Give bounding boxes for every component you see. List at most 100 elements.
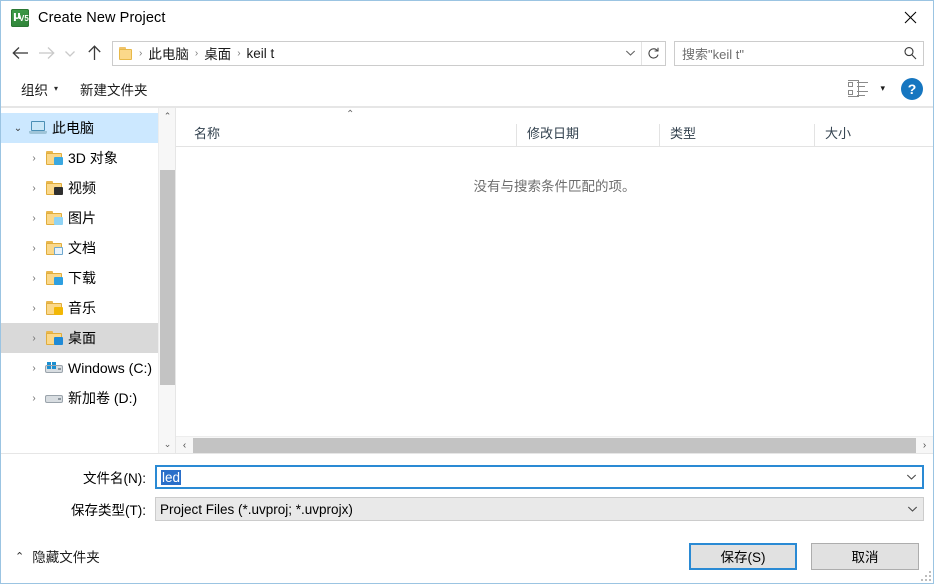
folder-pictures-icon [43, 211, 65, 225]
chevron-right-icon[interactable]: › [25, 269, 43, 287]
breadcrumb-separator: › [137, 48, 144, 59]
drive-windows-icon [43, 362, 65, 375]
sort-ascending-icon[interactable]: ⌃ [346, 109, 354, 120]
sidebar-item-3d-objects[interactable]: › 3D 对象 [1, 143, 175, 173]
up-icon[interactable] [81, 39, 107, 67]
folder-3dobjects-icon [43, 151, 65, 165]
chevron-right-icon[interactable]: › [25, 209, 43, 227]
sidebar-item-desktop[interactable]: › 桌面 [1, 323, 175, 353]
scroll-right-icon[interactable]: › [916, 437, 933, 454]
sidebar-item-pictures[interactable]: › 图片 [1, 203, 175, 233]
cancel-button[interactable]: 取消 [811, 543, 919, 570]
organize-button[interactable]: 组织 ▾ [15, 76, 64, 102]
chevron-right-icon[interactable]: › [25, 359, 43, 377]
chevron-right-icon[interactable]: › [25, 299, 43, 317]
sidebar-item-label: 文档 [65, 238, 96, 258]
filename-label: 文件名(N): [10, 467, 155, 487]
forward-icon [33, 39, 59, 67]
sidebar-item-videos[interactable]: › 视频 [1, 173, 175, 203]
keil-uvision5-icon: μ V5 [11, 9, 29, 27]
save-button[interactable]: 保存(S) [689, 543, 797, 570]
help-icon[interactable]: ? [901, 78, 923, 100]
computer-icon [27, 121, 49, 135]
savetype-value: Project Files (*.uvproj; *.uvprojx) [156, 502, 901, 517]
folder-documents-icon [43, 241, 65, 255]
command-bar: 组织 ▾ 新建文件夹 ▾ ? [1, 71, 933, 107]
sidebar-item-label: 新加卷 (D:) [65, 388, 137, 408]
sidebar-item-label: 桌面 [65, 328, 96, 348]
view-layout-icon[interactable] [848, 80, 870, 98]
column-header-type[interactable]: 类型 [659, 124, 814, 146]
file-list-horizontal-scrollbar[interactable]: ‹ › [176, 436, 933, 453]
navigation-pane: ⌄ 此电脑 › 3D 对象 › 视频 [1, 108, 175, 453]
address-bar[interactable]: › 此电脑 › 桌面 › keil t [112, 41, 666, 66]
scroll-up-icon[interactable]: ⌃ [159, 108, 175, 125]
hide-folders-label: 隐藏文件夹 [32, 546, 100, 566]
folder-desktop-icon [43, 331, 65, 345]
sidebar-item-label: Windows (C:) [65, 360, 152, 376]
search-icon[interactable] [897, 46, 923, 60]
filename-value: led [161, 470, 181, 485]
savetype-row: 保存类型(T): Project Files (*.uvproj; *.uvpr… [10, 497, 924, 521]
savetype-chevron-down-icon[interactable] [901, 505, 923, 513]
icon-v5-glyph: V5 [19, 14, 29, 24]
view-chevron-down-icon[interactable]: ▾ [880, 83, 885, 94]
folder-videos-icon [43, 181, 65, 195]
title-bar: μ V5 Create New Project [1, 1, 933, 35]
sidebar-scrollbar[interactable]: ⌃ ⌄ [158, 108, 175, 453]
search-input[interactable]: 搜索"keil t" [674, 41, 924, 66]
filename-chevron-down-icon[interactable] [900, 473, 922, 481]
sidebar-item-music[interactable]: › 音乐 [1, 293, 175, 323]
chevron-right-icon[interactable]: › [25, 179, 43, 197]
hide-folders-button[interactable]: ⌃ 隐藏文件夹 [15, 546, 100, 566]
chevron-right-icon[interactable]: › [25, 329, 43, 347]
address-chevron-down-icon[interactable] [619, 42, 641, 65]
file-list-empty-area: 没有与搜索条件匹配的项。 [176, 147, 933, 436]
resize-grip[interactable] [919, 569, 931, 581]
breadcrumb-item-1[interactable]: 桌面 [200, 43, 235, 63]
column-header-date-modified[interactable]: 修改日期 [516, 124, 659, 146]
new-folder-button[interactable]: 新建文件夹 [74, 76, 154, 102]
back-icon[interactable] [7, 39, 33, 67]
window-title: Create New Project [38, 10, 166, 26]
drive-icon [43, 392, 65, 405]
chevron-up-icon: ⌃ [15, 550, 24, 563]
column-header-name[interactable]: 名称 [176, 124, 516, 146]
recent-locations-chevron-down-icon[interactable] [59, 39, 81, 67]
breadcrumb: › 此电脑 › 桌面 › keil t [113, 43, 619, 63]
scroll-down-icon[interactable]: ⌄ [159, 436, 175, 453]
sidebar-item-windows-c[interactable]: › Windows (C:) [1, 353, 175, 383]
sidebar-item-label: 视频 [65, 178, 96, 198]
chevron-right-icon[interactable]: › [25, 389, 43, 407]
empty-message: 没有与搜索条件匹配的项。 [474, 175, 636, 436]
sidebar-item-new-volume-d[interactable]: › 新加卷 (D:) [1, 383, 175, 413]
file-list-pane: ⌃ 名称 修改日期 类型 大小 没有与搜索条件匹配的项。 ‹ › [175, 108, 933, 453]
filename-value-wrap: led [157, 470, 900, 485]
sidebar-item-label: 此电脑 [49, 118, 94, 138]
chevron-down-icon[interactable]: ⌄ [9, 119, 27, 137]
sidebar-scrollbar-thumb[interactable] [160, 170, 175, 385]
sidebar-item-documents[interactable]: › 文档 [1, 233, 175, 263]
dialog-body: ⌄ 此电脑 › 3D 对象 › 视频 [1, 107, 933, 453]
savetype-label: 保存类型(T): [10, 499, 155, 519]
close-icon[interactable] [887, 1, 933, 34]
breadcrumb-item-2[interactable]: keil t [243, 46, 279, 61]
refresh-icon[interactable] [641, 42, 665, 65]
chevron-right-icon[interactable]: › [25, 149, 43, 167]
horizontal-scrollbar-thumb[interactable] [193, 438, 916, 453]
create-new-project-dialog: μ V5 Create New Project [0, 0, 934, 584]
sidebar-item-label: 3D 对象 [65, 148, 118, 168]
filename-input[interactable]: led [155, 465, 924, 489]
sidebar-item-downloads[interactable]: › 下载 [1, 263, 175, 293]
new-folder-label: 新建文件夹 [80, 79, 148, 99]
sidebar-item-label: 下载 [65, 268, 96, 288]
scroll-left-icon[interactable]: ‹ [176, 437, 193, 454]
column-header-size[interactable]: 大小 [814, 124, 933, 146]
sidebar-item-this-pc[interactable]: ⌄ 此电脑 [1, 113, 175, 143]
breadcrumb-item-0[interactable]: 此电脑 [144, 43, 193, 63]
savetype-select[interactable]: Project Files (*.uvproj; *.uvprojx) [155, 497, 924, 521]
folder-icon [119, 47, 135, 60]
chevron-right-icon[interactable]: › [25, 239, 43, 257]
folder-downloads-icon [43, 271, 65, 285]
organize-label: 组织 [21, 79, 48, 99]
